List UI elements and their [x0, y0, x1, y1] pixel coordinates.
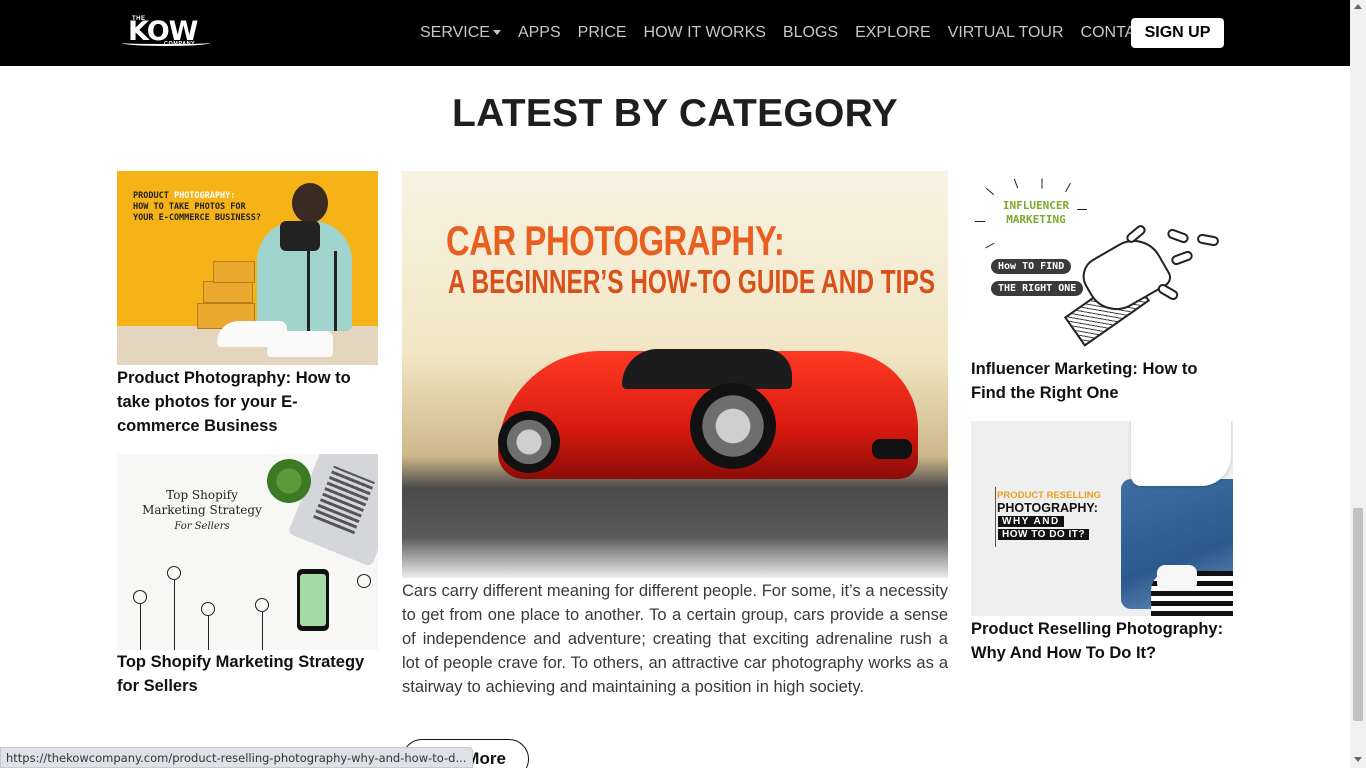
caption-line: INFLUENCER [1002, 199, 1070, 212]
caption-pill: How TO FIND [991, 259, 1072, 274]
caption-line: HOW TO TAKE PHOTOS FOR [133, 202, 246, 212]
caption-line: PHOTOGRAPHY: [173, 191, 236, 201]
thumbnail-caption: INFLUENCER MARKETING [981, 199, 1091, 227]
logo-company: COMPANY [164, 41, 196, 47]
nav-blogs[interactable]: BLOGS [783, 24, 838, 42]
caption-pill: THE RIGHT ONE [991, 281, 1084, 296]
phone-screen [300, 574, 326, 626]
figure-graphic [1155, 282, 1181, 302]
lightbulb-icon [255, 598, 269, 612]
tripod-graphic [307, 251, 337, 331]
thumbnail-caption: Top Shopify Marketing Strategy For Selle… [137, 488, 267, 534]
lightbulb-icon [201, 602, 215, 616]
ray-mark [1013, 178, 1019, 189]
lightbulb-icon [133, 590, 147, 604]
page-scrollbar[interactable] [1350, 0, 1366, 768]
phone-icon [297, 569, 329, 631]
caption-line: PRODUCT [133, 191, 174, 201]
bulb-line [262, 612, 263, 650]
shoe-graphic [267, 331, 333, 357]
nav-explore[interactable]: EXPLORE [855, 24, 931, 42]
mask-graphic [1157, 565, 1197, 591]
chevron-down-icon [492, 30, 501, 36]
bulb-line [174, 580, 175, 650]
influencer-marketing-thumbnail[interactable]: INFLUENCER MARKETING How TO FIND THE RIG… [971, 171, 1233, 351]
caption-line: PHOTOGRAPHY: [997, 501, 1098, 515]
exhaust-graphic [872, 439, 912, 459]
caption-line: WHY AND [998, 516, 1064, 527]
card-title-shopify-marketing[interactable]: Top Shopify Marketing Strategy for Selle… [117, 650, 377, 698]
scroll-down-arrow-icon[interactable] [1354, 757, 1362, 762]
box-graphic [203, 281, 253, 303]
caption-line: Marketing Strategy [142, 503, 262, 517]
caption-line: YOUR E-COMMERCE BUSINESS? [133, 213, 261, 223]
wheel-graphic [498, 411, 560, 473]
thumbnail-caption: PRODUCT PHOTOGRAPHY: HOW TO TAKE PHOTOS … [133, 191, 261, 224]
nav-apps[interactable]: APPS [518, 24, 561, 42]
shopify-marketing-thumbnail[interactable]: Top Shopify Marketing Strategy For Selle… [117, 454, 378, 650]
caption-line: MARKETING [1006, 213, 1066, 226]
caption-line: Top Shopify [166, 488, 238, 502]
box-graphic [213, 261, 255, 283]
nav-service-label: SERVICE [420, 24, 490, 41]
product-reselling-thumbnail[interactable]: PRODUCT RESELLING PHOTOGRAPHY: WHY AND H… [971, 421, 1233, 616]
camera-icon [280, 221, 320, 251]
wheel-graphic [690, 383, 776, 469]
figure-graphic [1165, 227, 1191, 245]
sneaker-graphic [1131, 421, 1231, 486]
ray-mark [1065, 182, 1071, 193]
ray-mark [1041, 178, 1043, 189]
section-heading: LATEST BY CATEGORY [452, 92, 898, 135]
photographer-head-graphic [292, 183, 328, 223]
product-photography-thumbnail[interactable]: PRODUCT PHOTOGRAPHY: HOW TO TAKE PHOTOS … [117, 171, 378, 365]
lightbulb-icon [167, 566, 181, 580]
figure-graphic [1196, 233, 1220, 247]
bulb-line [208, 616, 209, 650]
ray-mark [985, 242, 995, 249]
caption-line: PRODUCT RESELLING [997, 490, 1101, 501]
nav-how-it-works[interactable]: HOW IT WORKS [644, 24, 766, 42]
nav-price[interactable]: PRICE [578, 24, 627, 42]
logo-the: THE [132, 16, 146, 22]
figure-graphic [1169, 249, 1195, 267]
lightbulb-icon [357, 574, 371, 588]
scroll-up-arrow-icon[interactable] [1354, 4, 1362, 9]
ray-mark [985, 187, 995, 196]
featured-image-title: CAR PHOTOGRAPHY: [446, 217, 785, 264]
caption-line: HOW TO DO IT? [998, 529, 1089, 540]
featured-excerpt: Cars carry different meaning for differe… [402, 582, 948, 696]
car-window-graphic [622, 349, 792, 389]
kow-company-logo[interactable]: KOW THE COMPANY [118, 12, 218, 52]
card-title-influencer-marketing[interactable]: Influencer Marketing: How to Find the Ri… [971, 357, 1221, 405]
link-status-url: https://thekowcompany.com/product-resell… [0, 747, 474, 768]
nav-service[interactable]: SERVICE [420, 24, 501, 42]
caption-line: For Sellers [174, 521, 230, 532]
main-nav: SERVICE APPS PRICE HOW IT WORKS BLOGS EX… [420, 0, 1174, 66]
card-title-product-reselling[interactable]: Product Reselling Photography: Why And H… [971, 617, 1233, 665]
featured-image-subtitle: A BEGINNER’S HOW-TO GUIDE AND TIPS [448, 263, 936, 300]
car-photography-featured-image[interactable]: CAR PHOTOGRAPHY: A BEGINNER’S HOW-TO GUI… [402, 171, 948, 578]
top-navbar: KOW THE COMPANY SERVICE APPS PRICE HOW I… [0, 0, 1350, 66]
bulb-line [140, 604, 141, 650]
sign-up-button[interactable]: SIGN UP [1131, 18, 1224, 48]
scrollbar-thumb[interactable] [1353, 508, 1363, 721]
card-title-product-photography[interactable]: Product Photography: How to take photos … [117, 366, 367, 438]
nav-virtual-tour[interactable]: VIRTUAL TOUR [948, 24, 1064, 42]
plant-graphic [267, 459, 311, 503]
